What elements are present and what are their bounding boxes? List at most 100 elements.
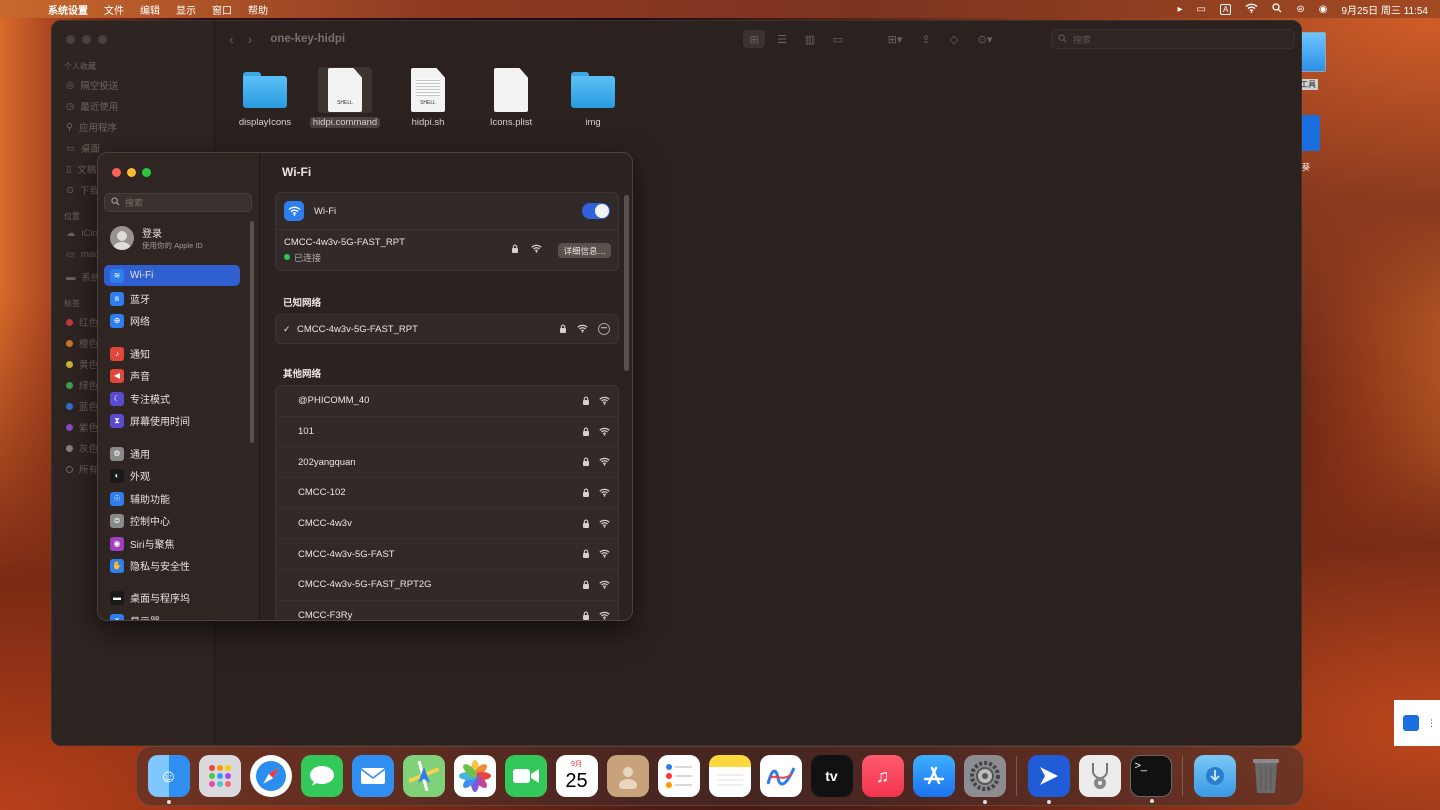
network-list-item[interactable]: 101 (276, 417, 618, 448)
sidebar-item-hourglass[interactable]: ⧗ 屏幕使用时间 (104, 410, 240, 431)
known-network-row[interactable]: ✓ CMCC-4w3v-5G-FAST_RPT ••• (276, 315, 618, 343)
details-button[interactable]: 详细信息… (558, 243, 611, 258)
sidebar-tag-item[interactable]: 紫色 (66, 420, 98, 434)
sidebar-item-applications[interactable]: ⚲ 应用程序 (66, 120, 117, 135)
sidebar-tag-item[interactable]: 绿色 (66, 378, 98, 392)
more-icon[interactable]: ⋮ (1427, 718, 1436, 729)
dock-reminders-icon[interactable] (657, 755, 700, 797)
dock-terminal-icon[interactable]: >_ (1129, 755, 1172, 803)
dock-freeform-icon[interactable] (759, 755, 802, 797)
floating-widget[interactable]: ⋮ (1394, 700, 1440, 746)
network-list-item[interactable]: @PHICOMM_40 (276, 386, 618, 417)
sidebar-item-system[interactable]: ▬ 系统 (66, 270, 101, 285)
sidebar-tag-item[interactable]: 灰色 (66, 441, 98, 455)
network-list-item[interactable]: CMCC-4w3v (276, 509, 618, 540)
sidebar-tag-item[interactable]: 红色 (66, 315, 98, 329)
menu-clock[interactable]: 9月25日 周三 11:54 (1341, 2, 1428, 17)
sidebar-item-display[interactable]: ☀ 显示器 (104, 610, 240, 620)
dock-trash-icon[interactable] (1245, 755, 1287, 797)
spotlight-search-icon[interactable] (1272, 2, 1282, 16)
dock-apple-tv-icon[interactable]: tv (810, 755, 853, 797)
dock-app-store-icon[interactable] (912, 755, 955, 797)
network-list-item[interactable]: CMCC-F3Ry (276, 601, 618, 620)
sidebar-item-moon[interactable]: ☾ 专注模式 (104, 388, 240, 409)
network-list-item[interactable]: CMCC-4w3v-5G-FAST_RPT2G (276, 570, 618, 601)
minimize-button[interactable] (127, 168, 136, 177)
menu-file[interactable]: 文件 (96, 2, 132, 17)
file-item[interactable]: SHELL hidpi.sh (388, 67, 468, 128)
dock-safari-icon[interactable] (249, 755, 292, 797)
sidebar-item-dock[interactable]: ▬ 桌面与程序坞 (104, 587, 240, 608)
desktop-app-icon[interactable] (1300, 115, 1320, 151)
dock-facetime-icon[interactable] (504, 755, 547, 797)
dock-messages-icon[interactable] (300, 755, 343, 797)
column-view-button[interactable]: ▥ (799, 30, 821, 48)
close-button[interactable] (112, 168, 121, 177)
close-button[interactable] (66, 35, 75, 44)
share-icon[interactable]: ⇪ (915, 30, 937, 48)
dock-launchpad-icon[interactable] (198, 755, 241, 797)
dock-maps-icon[interactable] (402, 755, 445, 797)
file-item-selected[interactable]: SHELL hidpi.command (305, 67, 385, 128)
sidebar-item-airdrop[interactable]: ◎ 隔空投送 (66, 78, 118, 93)
sidebar-item-gear[interactable]: ⚙ 通用 (104, 443, 240, 464)
more-options-icon[interactable]: ••• (598, 323, 610, 335)
display-icon[interactable]: ▭ (1197, 4, 1206, 15)
sidebar-item-hand[interactable]: ✋ 隐私与安全性 (104, 555, 240, 576)
sidebar-item-siri[interactable]: ◉ Siri与聚焦 (104, 533, 240, 554)
sidebar-item-mac[interactable]: ▭ mac (66, 249, 99, 260)
apple-id-account[interactable]: 登录 使用你的 Apple ID (110, 225, 203, 251)
sidebar-item-speaker[interactable]: ◀ 声音 (104, 365, 240, 386)
zoom-button[interactable] (142, 168, 151, 177)
wifi-status-icon[interactable] (1245, 3, 1258, 16)
sidebar-item-desktop[interactable]: ▭ 桌面 (66, 141, 100, 156)
menu-app-name[interactable]: 系统设置 (40, 2, 96, 17)
dock-mail-icon[interactable] (351, 755, 394, 797)
dock-contacts-icon[interactable] (606, 755, 649, 797)
network-list-item[interactable]: 202yangquan (276, 447, 618, 479)
sidebar-item-recents[interactable]: ◷ 最近使用 (66, 99, 118, 114)
back-arrow-icon[interactable]: ‹ (229, 31, 234, 47)
more-actions-button[interactable]: ⊙▾ (971, 30, 999, 48)
file-item[interactable]: Icons.plist (471, 67, 551, 128)
dock-system-settings-icon[interactable] (963, 755, 1006, 804)
forward-arrow-icon[interactable]: › (248, 31, 253, 47)
menu-view[interactable]: 显示 (168, 2, 204, 17)
main-scrollbar[interactable] (624, 195, 629, 371)
desktop-folder-icon[interactable] (1298, 32, 1326, 72)
sidebar-item-bell[interactable]: ♪ 通知 (104, 343, 240, 364)
menu-window[interactable]: 窗口 (204, 2, 240, 17)
wifi-toggle[interactable] (582, 203, 610, 219)
dock-photos-icon[interactable] (453, 755, 496, 797)
dock-notes-icon[interactable] (708, 755, 751, 797)
dock-remote-desktop-icon[interactable] (1027, 755, 1070, 804)
dock-finder-icon[interactable]: ☺ (147, 755, 190, 804)
dock-music-icon[interactable]: ♫ (861, 755, 904, 797)
icon-view-button[interactable]: ⊞ (743, 30, 765, 48)
file-item[interactable]: displayIcons (225, 67, 305, 128)
dock-calendar-icon[interactable]: 9月 25 (555, 755, 598, 797)
sidebar-scrollbar[interactable] (250, 221, 254, 443)
list-view-button[interactable]: ☰ (771, 30, 793, 48)
minimize-button[interactable] (82, 35, 91, 44)
input-source-icon[interactable]: A (1220, 3, 1232, 15)
sidebar-item-wifi[interactable]: ≋ Wi-Fi (104, 265, 240, 286)
finder-search-input[interactable]: 搜索 (1051, 29, 1295, 49)
sidebar-tag-item[interactable]: 橙色 (66, 336, 98, 350)
sidebar-item-documents[interactable]: ▯ 文稿 (66, 162, 96, 177)
menu-help[interactable]: 帮助 (240, 2, 276, 17)
menu-edit[interactable]: 编辑 (132, 2, 168, 17)
sidebar-item-globe[interactable]: ⊕ 网络 (104, 310, 240, 331)
sidebar-item-bluetooth[interactable]: ʙ 蓝牙 (104, 288, 240, 309)
sidebar-tag-item[interactable]: 黄色 (66, 357, 98, 371)
gallery-view-button[interactable]: ▭ (827, 30, 849, 48)
control-center-icon[interactable]: ⊜ (1296, 4, 1304, 15)
zoom-button[interactable] (98, 35, 107, 44)
screen-mirror-icon[interactable]: ▸ (1178, 4, 1183, 15)
group-by-button[interactable]: ⊞▾ (881, 30, 909, 48)
sidebar-tag-item[interactable]: 蓝色 (66, 399, 98, 413)
sidebar-item-accessibility[interactable]: ☉ 辅助功能 (104, 488, 240, 509)
siri-icon[interactable]: ◉ (1319, 4, 1328, 15)
tag-icon[interactable]: ◇ (943, 30, 965, 48)
network-list-item[interactable]: CMCC-4w3v-5G-FAST (276, 539, 618, 571)
